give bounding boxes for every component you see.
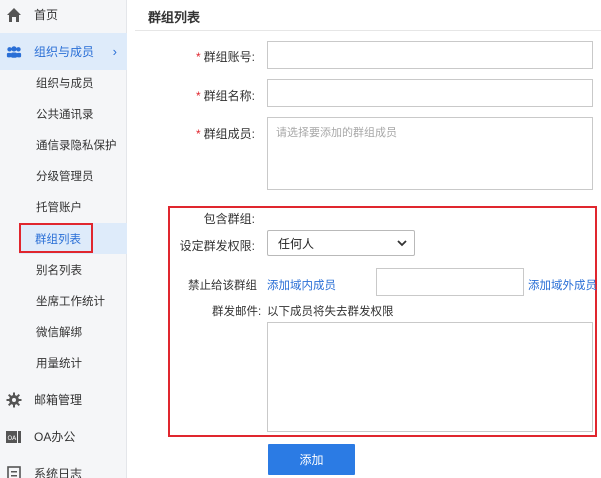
page-title: 群组列表 xyxy=(148,10,201,25)
sidebar-item-admins[interactable]: 分级管理员 xyxy=(0,160,127,191)
group-account-label: * 群组账号: xyxy=(195,50,255,64)
sidebar-item-label: 别名列表 xyxy=(36,264,82,277)
required-mark: * xyxy=(195,89,201,103)
sidebar-item-label: 组织与成员 xyxy=(36,77,94,90)
sidebar-item-label: 分级管理员 xyxy=(36,170,94,183)
mass-mail-note: 以下成员将失去群发权限 xyxy=(267,306,394,318)
sidebar-item-alias-list[interactable]: 别名列表 xyxy=(0,254,127,285)
sidebar-item-wechat-unbind[interactable]: 微信解绑 xyxy=(0,316,127,347)
group-members-field[interactable]: 请选择要添加的群组成员 xyxy=(267,117,593,190)
nav-home-label: 首页 xyxy=(34,8,59,22)
permission-select-value: 任何人 xyxy=(278,236,315,251)
sidebar-item-label: 公共通讯录 xyxy=(36,108,94,121)
group-members-placeholder: 请选择要添加的群组成员 xyxy=(276,127,397,139)
sidebar-item-org-members[interactable]: 组织与成员 xyxy=(0,67,127,98)
nav-mailbox-management[interactable]: 邮箱管理 xyxy=(0,381,127,418)
oa-icon: OA xyxy=(6,429,22,445)
mass-mail-label: 群发邮件: xyxy=(212,306,262,318)
highlight-box-sidebar xyxy=(19,223,93,253)
nav-system-log-label: 系统日志 xyxy=(34,467,83,478)
sidebar-item-label: 托管账户 xyxy=(36,201,82,214)
nav-oa-office[interactable]: OA OA办公 xyxy=(0,418,127,455)
forbid-label: 禁止给该群组 xyxy=(188,280,257,292)
gear-icon xyxy=(6,392,22,408)
permission-label: 设定群发权限: xyxy=(179,239,255,253)
group-members-label: * 群组成员: xyxy=(195,127,255,141)
home-icon xyxy=(6,7,22,23)
svg-text:OA: OA xyxy=(8,435,18,442)
required-mark: * xyxy=(195,127,201,141)
external-member-input[interactable] xyxy=(376,268,524,296)
group-name-label: * 群组名称: xyxy=(195,89,255,103)
sidebar-item-label: 通信录隐私保护 xyxy=(36,139,117,152)
sidebar-item-public-contacts[interactable]: 公共通讯录 xyxy=(0,98,127,129)
nav-mailbox-label: 邮箱管理 xyxy=(34,393,83,407)
users-icon xyxy=(6,44,22,60)
nav-org-members-label: 组织与成员 xyxy=(34,45,95,59)
divider xyxy=(135,30,601,31)
add-external-member-link[interactable]: 添加域外成员 xyxy=(528,277,597,293)
mass-mail-textarea[interactable] xyxy=(267,322,593,432)
nav-system-log[interactable]: 系统日志 xyxy=(0,455,127,478)
chevron-down-icon xyxy=(396,237,408,249)
sidebar: 首页 组织与成员 › 组织与成员 公共通讯录 通信录隐私保护 分级管理员 托管账… xyxy=(0,0,127,478)
required-mark: * xyxy=(195,50,201,64)
nav-org-members[interactable]: 组织与成员 › xyxy=(0,33,127,70)
sidebar-item-label: 微信解绑 xyxy=(36,326,82,339)
sidebar-item-hosted-accounts[interactable]: 托管账户 xyxy=(0,191,127,222)
log-icon xyxy=(6,465,22,478)
group-account-input[interactable] xyxy=(267,41,593,69)
nav-home[interactable]: 首页 xyxy=(0,0,127,33)
add-domain-member-link[interactable]: 添加域内成员 xyxy=(267,277,336,293)
chevron-right-icon: › xyxy=(112,44,117,59)
add-button[interactable]: 添加 xyxy=(268,444,355,475)
sidebar-item-label: 用量统计 xyxy=(36,357,82,370)
sidebar-item-usage-stats[interactable]: 用量统计 xyxy=(0,347,127,378)
nav-oa-label: OA办公 xyxy=(34,430,76,444)
group-name-input[interactable] xyxy=(267,79,593,107)
sidebar-item-agent-stats[interactable]: 坐席工作统计 xyxy=(0,285,127,316)
include-group-label: 包含群组: xyxy=(203,212,255,226)
sidebar-item-label: 坐席工作统计 xyxy=(36,295,105,308)
permission-select[interactable]: 任何人 xyxy=(267,230,415,256)
sidebar-item-contacts-privacy[interactable]: 通信录隐私保护 xyxy=(0,129,127,160)
